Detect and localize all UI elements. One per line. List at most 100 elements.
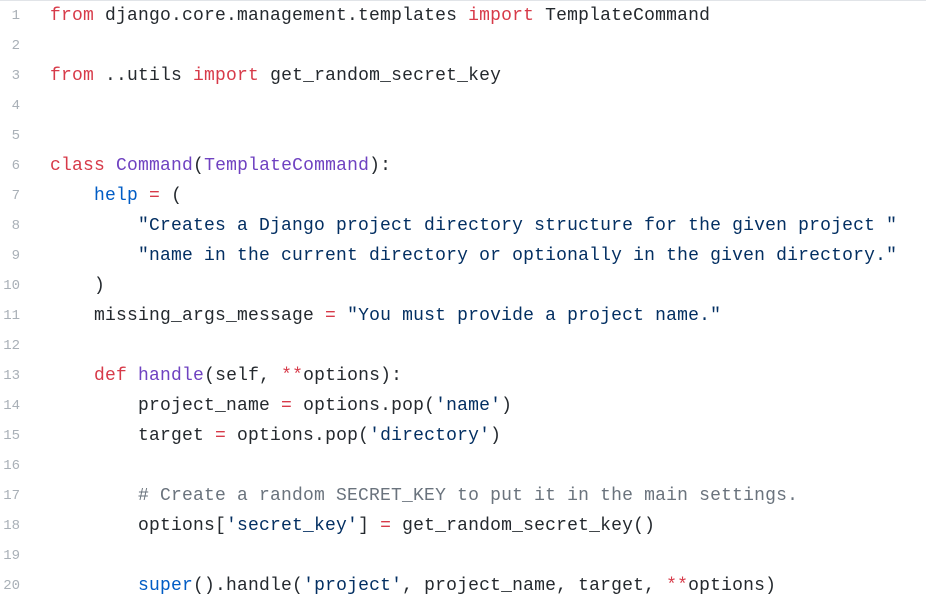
code-token: = bbox=[380, 516, 392, 536]
line-number: 8 bbox=[11, 218, 20, 234]
code-text[interactable]: class Command(TemplateCommand): bbox=[50, 156, 391, 176]
code-token: (self, bbox=[204, 366, 282, 386]
code-token: ): bbox=[369, 156, 392, 176]
code-token: options.pop( bbox=[292, 396, 436, 416]
code-line[interactable]: 5 bbox=[0, 121, 926, 151]
code-line[interactable]: 8 "Creates a Django project directory st… bbox=[0, 211, 926, 241]
code-token: import bbox=[193, 66, 260, 86]
code-text[interactable]: "Creates a Django project directory stru… bbox=[50, 216, 897, 236]
code-token: 'secret_key' bbox=[226, 516, 359, 536]
code-line[interactable]: 4 bbox=[0, 91, 926, 121]
code-token: get_random_secret_key() bbox=[391, 516, 656, 536]
code-token: def bbox=[94, 366, 128, 386]
line-number: 10 bbox=[3, 278, 20, 294]
code-line[interactable]: 18 options['secret_key'] = get_random_se… bbox=[0, 511, 926, 541]
line-number: 17 bbox=[3, 488, 20, 504]
code-token: class bbox=[50, 156, 106, 176]
code-token: Command bbox=[116, 156, 194, 176]
code-text[interactable]: target = options.pop('directory') bbox=[50, 426, 501, 446]
line-number: 6 bbox=[11, 158, 20, 174]
code-line[interactable]: 15 target = options.pop('directory') bbox=[0, 421, 926, 451]
code-text[interactable]: # Create a random SECRET_KEY to put it i… bbox=[50, 486, 798, 506]
code-token: "Creates a Django project directory stru… bbox=[138, 216, 898, 236]
code-token: ( bbox=[160, 186, 183, 206]
code-token: TemplateCommand bbox=[534, 6, 711, 26]
line-number: 14 bbox=[3, 398, 20, 414]
code-token: "name in the current directory or option… bbox=[138, 246, 898, 266]
code-token: = bbox=[149, 186, 161, 206]
line-number: 1 bbox=[11, 8, 20, 24]
code-token: ] bbox=[358, 516, 381, 536]
code-token: "You must provide a project name." bbox=[347, 306, 722, 326]
code-token: target bbox=[50, 426, 216, 446]
code-line[interactable]: 3 from ..utils import get_random_secret_k… bbox=[0, 61, 926, 91]
code-token: project_name bbox=[50, 396, 282, 416]
line-number: 12 bbox=[3, 338, 20, 354]
code-text[interactable]: options['secret_key'] = get_random_secre… bbox=[50, 516, 655, 536]
line-number: 13 bbox=[3, 368, 20, 384]
code-line[interactable]: 17 # Create a random SECRET_KEY to put i… bbox=[0, 481, 926, 511]
code-token: = bbox=[215, 426, 227, 446]
line-number: 4 bbox=[11, 98, 20, 114]
code-token: django.core.management.templates bbox=[94, 6, 469, 26]
code-line[interactable]: 12 bbox=[0, 331, 926, 361]
code-token: options[ bbox=[50, 516, 227, 536]
code-text[interactable]: help = ( bbox=[50, 186, 182, 206]
code-token: get_random_secret_key bbox=[259, 66, 502, 86]
code-line[interactable]: 6 class Command(TemplateCommand): bbox=[0, 151, 926, 181]
code-token: missing_args_message bbox=[50, 306, 326, 326]
code-token: options) bbox=[688, 576, 777, 596]
code-line[interactable]: 19 bbox=[0, 541, 926, 571]
code-text[interactable]: super().handle('project', project_name, … bbox=[50, 576, 776, 596]
code-text[interactable]: "name in the current directory or option… bbox=[50, 246, 897, 266]
code-line[interactable]: 10 ) bbox=[0, 271, 926, 301]
code-text[interactable]: missing_args_message = "You must provide… bbox=[50, 306, 721, 326]
code-token: ) bbox=[501, 396, 513, 416]
code-token: ) bbox=[50, 276, 106, 296]
line-number: 5 bbox=[11, 128, 20, 144]
code-line[interactable]: 16 bbox=[0, 451, 926, 481]
code-text[interactable]: def handle(self, **options): bbox=[50, 366, 402, 386]
code-line[interactable]: 13 def handle(self, **options): bbox=[0, 361, 926, 391]
code-token: ** bbox=[281, 366, 304, 386]
code-line[interactable]: 2 bbox=[0, 31, 926, 61]
code-token: ..utils bbox=[94, 66, 194, 86]
code-token: from bbox=[50, 6, 95, 26]
line-number: 16 bbox=[3, 458, 20, 474]
code-token: super bbox=[138, 576, 194, 596]
code-token: = bbox=[281, 396, 293, 416]
code-token: help bbox=[94, 186, 139, 206]
code-line[interactable]: 11 missing_args_message = "You must prov… bbox=[0, 301, 926, 331]
code-token: ** bbox=[666, 576, 689, 596]
code-line[interactable]: 14 project_name = options.pop('name') bbox=[0, 391, 926, 421]
code-line[interactable]: 9 "name in the current directory or opti… bbox=[0, 241, 926, 271]
code-token: import bbox=[468, 6, 535, 26]
line-number: 20 bbox=[3, 578, 20, 594]
code-text[interactable]: from ..utils import get_random_secret_ke… bbox=[50, 66, 501, 86]
code-token: options.pop( bbox=[226, 426, 370, 446]
code-line[interactable]: 7 help = ( bbox=[0, 181, 926, 211]
line-number: 19 bbox=[3, 548, 20, 564]
line-number: 3 bbox=[11, 68, 20, 84]
code-token: from bbox=[50, 66, 95, 86]
code-line[interactable]: 20 super().handle('project', project_nam… bbox=[0, 571, 926, 601]
code-token: options): bbox=[303, 366, 403, 386]
line-number: 15 bbox=[3, 428, 20, 444]
code-token: ( bbox=[193, 156, 205, 176]
code-editor[interactable]: 1 from django.core.management.templates i… bbox=[0, 0, 926, 601]
code-token: # Create a random SECRET_KEY to put it i… bbox=[138, 486, 799, 506]
code-text[interactable]: project_name = options.pop('name') bbox=[50, 396, 512, 416]
code-line[interactable]: 1 from django.core.management.templates i… bbox=[0, 1, 926, 31]
line-number: 9 bbox=[11, 248, 20, 264]
code-token: = bbox=[325, 306, 337, 326]
code-text[interactable]: from django.core.management.templates im… bbox=[50, 6, 710, 26]
code-text[interactable]: ) bbox=[50, 276, 105, 296]
